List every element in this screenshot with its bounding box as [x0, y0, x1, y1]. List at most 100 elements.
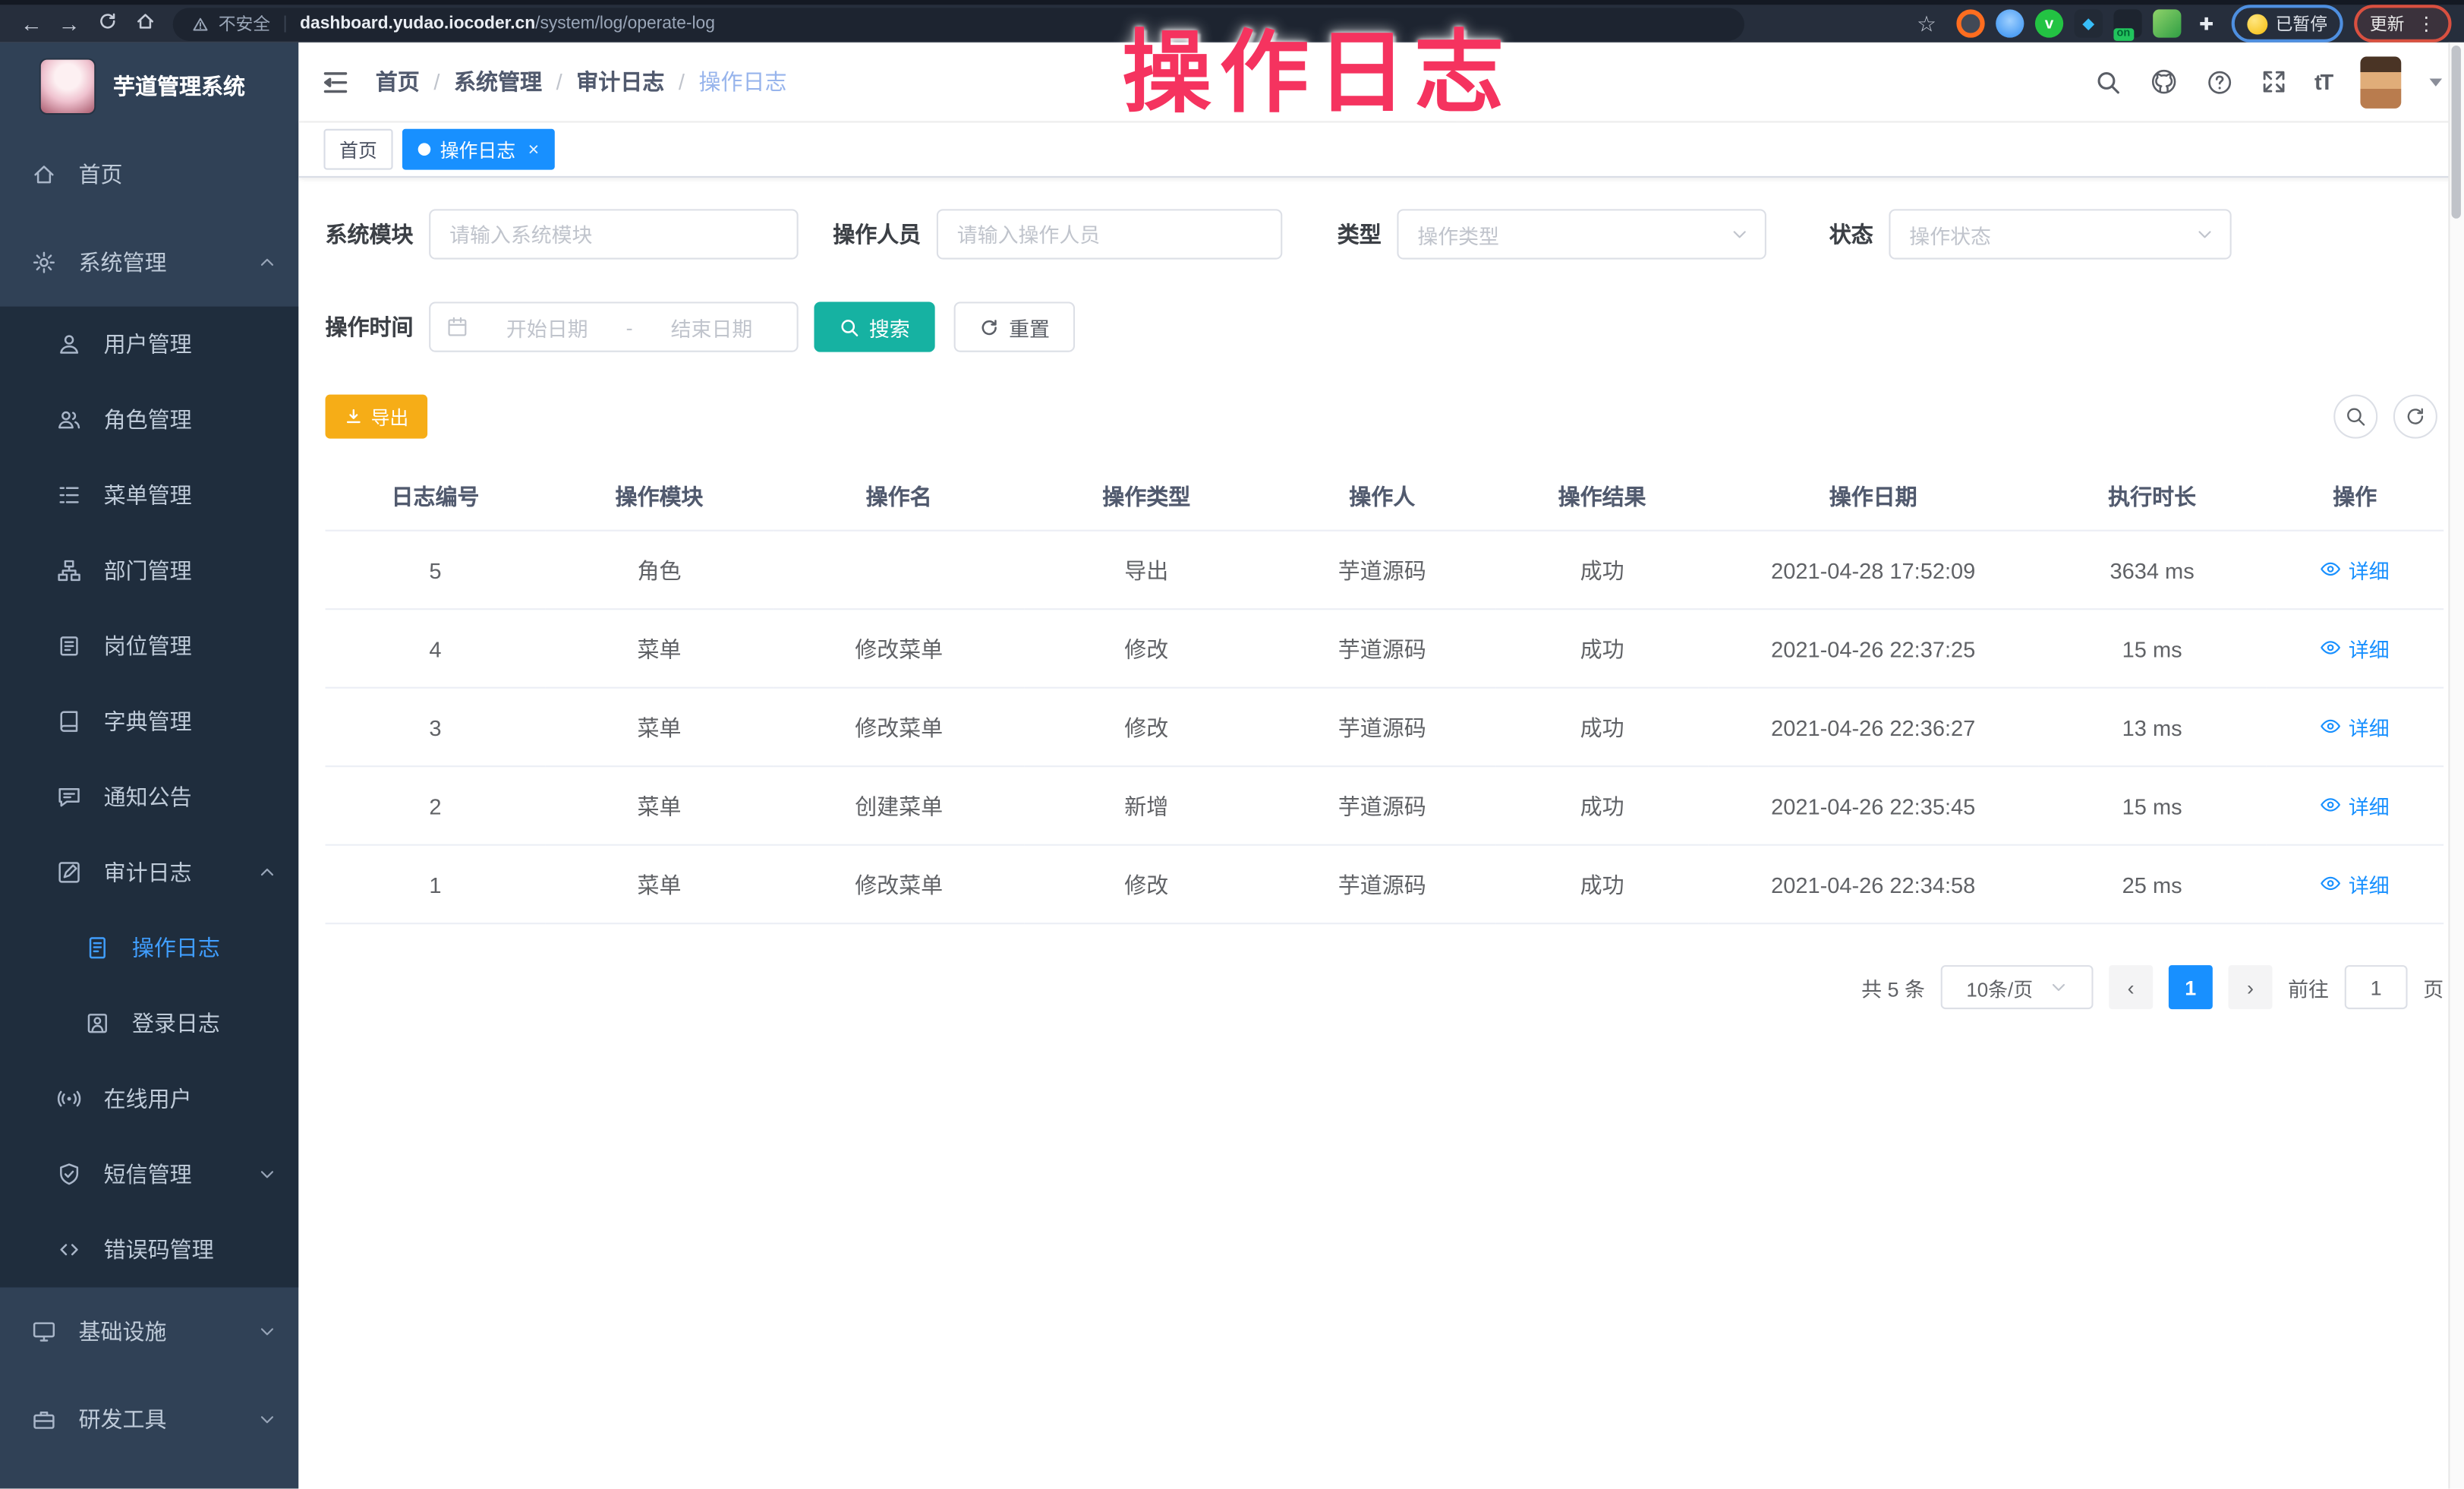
sidebar-item-oplog[interactable]: 操作日志	[0, 910, 298, 986]
sidebar-item-dict[interactable]: 字典管理	[0, 684, 298, 759]
table-cell: 3	[326, 688, 546, 767]
column-header: 执行时长	[2038, 464, 2266, 531]
help-icon[interactable]	[2206, 68, 2232, 95]
tag-item[interactable]: 首页	[323, 129, 392, 170]
browser-forward-icon[interactable]: →	[50, 5, 88, 43]
sidebar-submenu-block: 用户管理角色管理菜单管理部门管理岗位管理字典管理通知公告审计日志操作日志登录日志…	[0, 307, 298, 1288]
operator-input[interactable]	[937, 209, 1282, 259]
sidebar-item-online[interactable]: 在线用户	[0, 1061, 298, 1136]
breadcrumb-item[interactable]: 首页	[376, 66, 420, 97]
table-cell: 成功	[1496, 845, 1708, 924]
table-cell: 修改菜单	[774, 609, 1025, 688]
tag-close-icon[interactable]: ×	[528, 138, 540, 160]
browser-home-icon[interactable]	[126, 5, 164, 43]
browser-reload-icon[interactable]	[88, 5, 126, 43]
tag-active[interactable]: 操作日志 ×	[402, 129, 555, 170]
sidebar-item-user[interactable]: 用户管理	[0, 307, 298, 382]
bookmark-star-icon[interactable]: ☆	[1908, 5, 1946, 43]
extension-icon-orange[interactable]	[1956, 9, 1984, 37]
date-range-picker[interactable]: 开始日期 - 结束日期	[429, 301, 798, 352]
sidebar: 芋道管理系统 首页系统管理用户管理角色管理菜单管理部门管理岗位管理字典管理通知公…	[0, 43, 298, 1489]
detail-link-label: 详细	[2349, 869, 2390, 898]
search-icon[interactable]	[2094, 68, 2121, 95]
sidebar-logo[interactable]: 芋道管理系统	[0, 43, 298, 131]
tag-label: 操作日志	[440, 136, 515, 162]
goto-page-input[interactable]	[2345, 965, 2408, 1009]
avatar-caret-down-icon[interactable]	[2430, 77, 2443, 92]
detail-link[interactable]: 详细	[2321, 869, 2390, 898]
next-page-button[interactable]: ›	[2228, 965, 2272, 1009]
page-scrollbar[interactable]	[2448, 43, 2464, 1489]
reset-button[interactable]: 重置	[954, 301, 1075, 352]
page-size-select[interactable]: 10条/页	[1941, 965, 2094, 1009]
sidebar-item-role[interactable]: 角色管理	[0, 382, 298, 457]
browser-menu-kebab-icon[interactable]: ⋮	[2417, 13, 2436, 35]
detail-link[interactable]: 详细	[2321, 711, 2390, 741]
module-input[interactable]	[429, 209, 798, 259]
search-icon	[2345, 405, 2367, 427]
extension-icon-green-v[interactable]: v	[2035, 9, 2063, 37]
fullscreen-icon[interactable]	[2261, 69, 2286, 94]
extension-icon-blue-pin[interactable]	[1996, 9, 2024, 37]
table-cell: 菜单	[545, 609, 773, 688]
search-button[interactable]: 搜索	[814, 301, 934, 352]
detail-link[interactable]: 详细	[2321, 633, 2390, 663]
table-cell: 菜单	[545, 845, 773, 924]
sidebar-item-menulist[interactable]: 菜单管理	[0, 457, 298, 532]
breadcrumb-item[interactable]: 系统管理	[454, 66, 542, 97]
status-label: 状态	[1829, 219, 1873, 250]
user-avatar[interactable]	[2360, 55, 2401, 107]
profile-paused-badge[interactable]: 已暂停	[2232, 5, 2343, 43]
export-button[interactable]: 导出	[326, 395, 428, 439]
refresh-table-button[interactable]	[2393, 395, 2437, 439]
collapse-sidebar-icon[interactable]	[320, 67, 350, 96]
sidebar-item-loginlog[interactable]: 登录日志	[0, 986, 298, 1061]
sidebar-item-home[interactable]: 首页	[0, 131, 298, 219]
refresh-icon	[979, 317, 1000, 337]
prev-page-button[interactable]: ‹	[2109, 965, 2153, 1009]
table-cell: 新增	[1025, 766, 1268, 845]
table-cell-actions: 详细	[2266, 845, 2444, 924]
sidebar-item-infra[interactable]: 基础设施	[0, 1287, 298, 1375]
sidebar-item-dept[interactable]: 部门管理	[0, 533, 298, 608]
github-icon[interactable]	[2150, 68, 2178, 96]
sidebar-item-sms[interactable]: 短信管理	[0, 1137, 298, 1212]
table-cell: 创建菜单	[774, 766, 1025, 845]
browser-back-icon[interactable]: ←	[13, 5, 51, 43]
extension-icon-gem[interactable]: ◆	[2075, 9, 2103, 37]
table-cell: 2021-04-26 22:37:25	[1708, 609, 2038, 688]
toggle-search-button[interactable]	[2333, 395, 2377, 439]
sidebar-item-gear[interactable]: 系统管理	[0, 219, 298, 307]
breadcrumb-item[interactable]: 审计日志	[576, 66, 664, 97]
search-button-label: 搜索	[869, 312, 910, 342]
status-select[interactable]: 操作状态	[1889, 209, 2231, 259]
sidebar-item-notice[interactable]: 通知公告	[0, 759, 298, 834]
app-shell: 芋道管理系统 首页系统管理用户管理角色管理菜单管理部门管理岗位管理字典管理通知公…	[0, 43, 2464, 1489]
column-header: 操作名	[774, 464, 1025, 531]
scrollbar-thumb[interactable]	[2452, 46, 2461, 219]
font-size-icon[interactable]: tT	[2314, 69, 2332, 94]
url-domain: dashboard.yudao.iocoder.cn	[300, 14, 535, 33]
tag-label: 首页	[339, 136, 377, 162]
menulist-icon	[57, 483, 82, 508]
browser-update-button[interactable]: 更新 ⋮	[2354, 5, 2451, 43]
sidebar-item-post[interactable]: 岗位管理	[0, 608, 298, 683]
current-page-button[interactable]: 1	[2169, 965, 2213, 1009]
notice-icon	[57, 784, 82, 809]
detail-link[interactable]: 详细	[2321, 790, 2390, 820]
column-header: 操作类型	[1025, 464, 1268, 531]
table-cell: 成功	[1496, 531, 1708, 610]
role-icon	[57, 407, 82, 432]
extension-icon-green-leaf[interactable]	[2153, 9, 2181, 37]
table-cell: 芋道源码	[1268, 688, 1496, 767]
detail-link[interactable]: 详细	[2321, 554, 2390, 584]
table-cell: 2021-04-26 22:36:27	[1708, 688, 2038, 767]
operator-label: 操作人员	[833, 219, 921, 250]
sidebar-item-tools[interactable]: 研发工具	[0, 1375, 298, 1463]
sidebar-item-code[interactable]: 错误码管理	[0, 1212, 298, 1287]
extensions-puzzle-icon[interactable]: ✚	[2192, 9, 2220, 37]
extension-icon-switch[interactable]: on	[2113, 9, 2141, 37]
sidebar-item-audit[interactable]: 审计日志	[0, 834, 298, 910]
sidebar-item-label: 错误码管理	[104, 1234, 214, 1265]
type-select[interactable]: 操作类型	[1397, 209, 1766, 259]
